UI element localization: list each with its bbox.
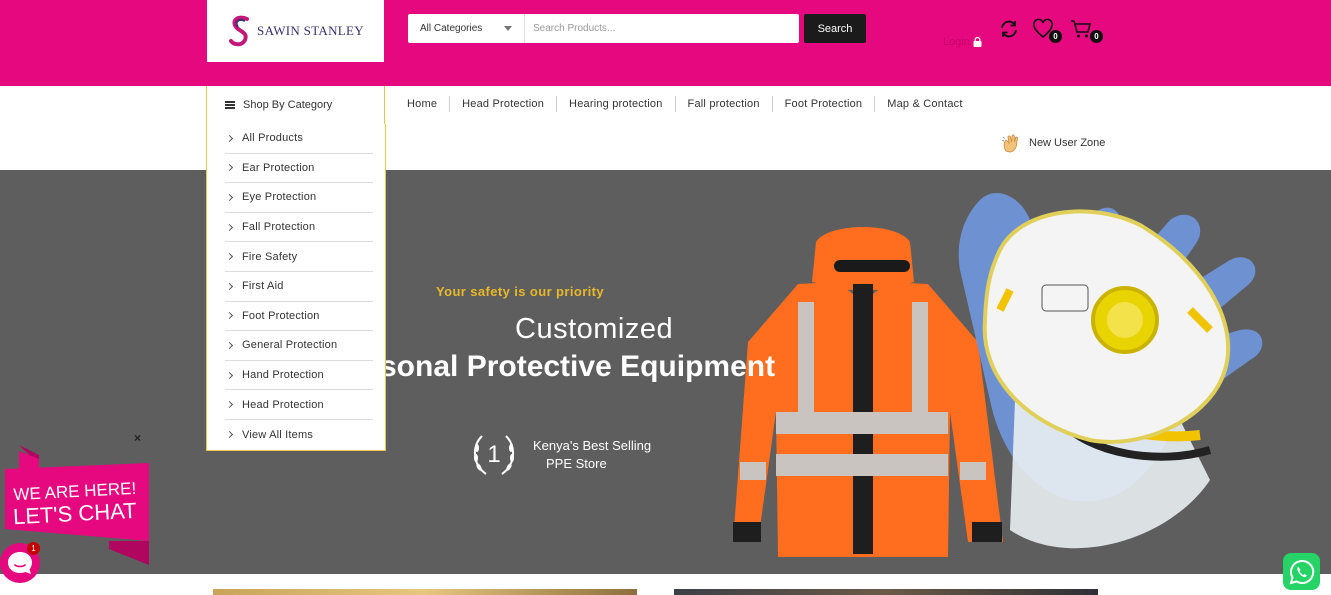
whatsapp-button[interactable] [1283, 553, 1320, 590]
header-bar [0, 0, 1331, 86]
category-item-label: Fall Protection [242, 221, 316, 234]
search-bar: All Categories [408, 14, 799, 43]
nav-link-map-contact[interactable]: Map & Contact [875, 96, 974, 112]
site-logo[interactable]: SAWIN STANLEY [207, 0, 384, 62]
category-item-eye-protection[interactable]: Eye Protection [225, 183, 373, 213]
logo-s-icon [229, 15, 250, 47]
shop-by-category-toggle[interactable]: Shop By Category [206, 86, 385, 124]
chat-close-button[interactable]: × [134, 431, 141, 445]
chevron-right-icon [225, 134, 234, 142]
nav-link-fall-protection[interactable]: Fall protection [676, 96, 773, 112]
category-item-all-products[interactable]: All Products [225, 124, 373, 154]
chevron-right-icon [225, 223, 234, 231]
category-item-ear-protection[interactable]: Ear Protection [225, 154, 373, 184]
nav-links: Home Head Protection Hearing protection … [395, 96, 975, 112]
cart-icon[interactable] [1070, 18, 1092, 40]
category-item-view-all[interactable]: View All Items [225, 420, 373, 450]
compare-icon[interactable] [998, 18, 1020, 40]
laurel-award-icon: 1 [474, 435, 514, 475]
nav-link-head-protection[interactable]: Head Protection [450, 96, 558, 112]
category-item-label: General Protection [242, 339, 338, 352]
award-text: Kenya's Best Selling PPE Store [533, 437, 651, 473]
nav-link-hearing-protection[interactable]: Hearing protection [557, 96, 676, 112]
category-item-head-protection[interactable]: Head Protection [225, 390, 373, 420]
promo-card-right[interactable] [674, 589, 1098, 595]
cart-count-badge: 0 [1090, 30, 1103, 43]
chevron-right-icon [225, 312, 234, 320]
new-user-zone-label: New User Zone [1029, 137, 1106, 149]
category-item-label: First Aid [242, 280, 284, 293]
category-item-foot-protection[interactable]: Foot Protection [225, 302, 373, 332]
chevron-right-icon [225, 401, 234, 409]
category-select-value: All Categories [420, 23, 483, 34]
promo-card-left[interactable] [213, 589, 637, 595]
award-line-2: PPE Store [546, 456, 607, 471]
category-select[interactable]: All Categories [408, 14, 525, 43]
chevron-right-icon [225, 164, 234, 172]
login-link[interactable]: Login [943, 36, 982, 48]
shop-by-category-label: Shop By Category [243, 99, 333, 111]
category-item-label: Head Protection [242, 398, 324, 411]
chevron-right-icon [225, 282, 234, 290]
logo-text: SAWIN STANLEY [257, 23, 364, 38]
chevron-right-icon [225, 341, 234, 349]
category-item-fire-safety[interactable]: Fire Safety [225, 242, 373, 272]
lock-icon [973, 37, 982, 47]
category-item-label: Eye Protection [242, 191, 317, 204]
chevron-right-icon [225, 253, 234, 261]
menu-icon [225, 101, 235, 109]
chevron-right-icon [225, 371, 234, 379]
ppe-mask-glove-visor-image [958, 192, 1263, 549]
category-item-label: All Products [242, 132, 304, 145]
chat-unread-badge: 1 [27, 542, 40, 555]
award-line-1: Kenya's Best Selling [533, 438, 652, 453]
whatsapp-icon [1289, 559, 1314, 584]
hero-tagline-text: Your safety is our priority [436, 284, 605, 299]
category-item-label: Foot Protection [242, 309, 320, 322]
search-input[interactable] [525, 23, 799, 34]
chevron-right-icon [225, 431, 234, 439]
nav-link-home[interactable]: Home [395, 96, 451, 112]
category-dropdown: All Products Ear Protection Eye Protecti… [206, 124, 386, 451]
new-user-zone-link[interactable]: New User Zone [1001, 133, 1105, 153]
search-button[interactable]: Search [804, 14, 866, 43]
caret-down-icon [504, 26, 512, 31]
category-item-label: Hand Protection [242, 369, 324, 382]
category-item-first-aid[interactable]: First Aid [225, 272, 373, 302]
category-item-label: Ear Protection [242, 161, 315, 174]
login-label: Login [943, 36, 970, 48]
hero-heading-line2: sonal Protective Equipment [380, 350, 776, 383]
wishlist-count-badge: 0 [1049, 30, 1062, 43]
category-item-general-protection[interactable]: General Protection [225, 331, 373, 361]
award-number: 1 [487, 441, 500, 468]
waving-hand-icon [1001, 134, 1018, 153]
category-item-label: Fire Safety [242, 250, 298, 263]
nav-link-foot-protection[interactable]: Foot Protection [773, 96, 876, 112]
category-item-hand-protection[interactable]: Hand Protection [225, 361, 373, 391]
category-item-fall-protection[interactable]: Fall Protection [225, 213, 373, 243]
chevron-right-icon [225, 193, 234, 202]
category-item-label: View All Items [242, 428, 314, 441]
hero-heading-line1: Customized [515, 313, 674, 345]
